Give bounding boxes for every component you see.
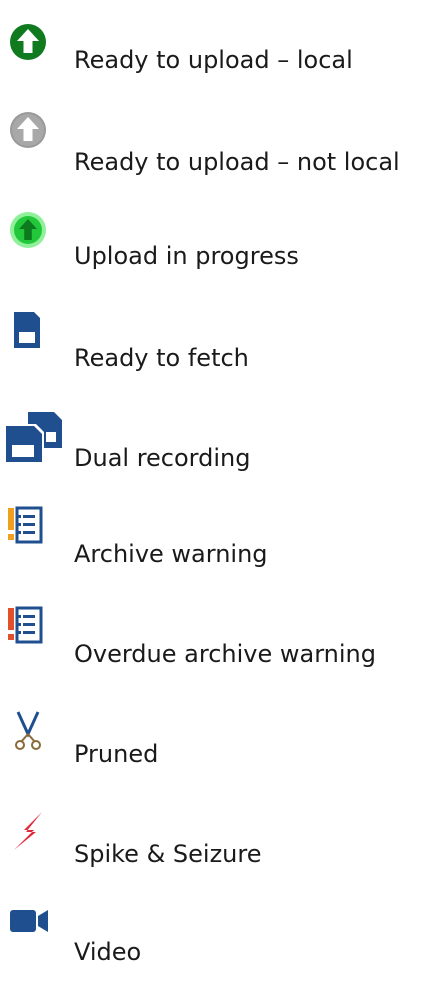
legend-label: Upload in progress	[74, 242, 299, 270]
dual-recording-icon	[6, 412, 66, 472]
spike-seizure-icon	[6, 810, 66, 870]
legend-label: Spike & Seizure	[74, 840, 262, 868]
legend-label: Ready to upload – local	[74, 46, 353, 74]
legend-item-upload-not-local: Ready to upload – not local	[0, 110, 429, 190]
legend-item-dual-recording: Dual recording	[0, 412, 429, 492]
legend-item-upload-in-progress: Upload in progress	[0, 210, 429, 290]
ready-to-fetch-icon	[6, 308, 66, 368]
legend-label: Video	[74, 938, 142, 966]
archive-warning-icon	[6, 506, 66, 566]
upload-local-icon	[6, 22, 66, 82]
video-icon	[6, 902, 66, 962]
legend-item-archive-warning: Archive warning	[0, 506, 429, 586]
legend-item-video: Video	[0, 902, 429, 982]
legend-label: Overdue archive warning	[74, 640, 376, 668]
legend-item-ready-to-fetch: Ready to fetch	[0, 308, 429, 388]
legend-label: Ready to upload – not local	[74, 148, 400, 176]
legend-label: Pruned	[74, 740, 159, 768]
legend-label: Dual recording	[74, 444, 251, 472]
legend-item-pruned: Pruned	[0, 710, 429, 790]
upload-in-progress-icon	[6, 210, 66, 270]
legend-item-upload-local: Ready to upload – local	[0, 22, 429, 102]
overdue-archive-warning-icon	[6, 606, 66, 666]
status-icon-legend: Ready to upload – local Ready to upload …	[0, 0, 429, 970]
legend-item-spike-seizure: Spike & Seizure	[0, 810, 429, 890]
legend-item-overdue-archive-warning: Overdue archive warning	[0, 606, 429, 686]
pruned-icon	[6, 710, 66, 770]
legend-label: Ready to fetch	[74, 344, 249, 372]
legend-label: Archive warning	[74, 540, 268, 568]
upload-not-local-icon	[6, 110, 66, 170]
